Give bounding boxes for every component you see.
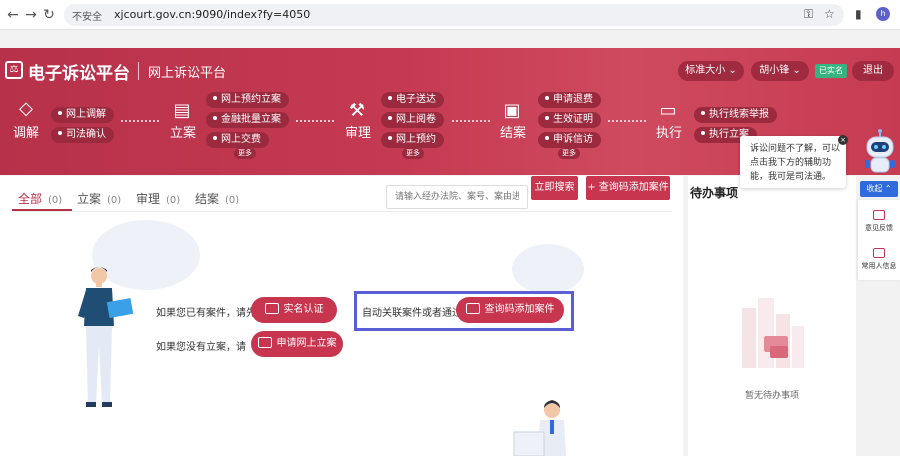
case-panel: 全部(0) 立案(0) 审理(0) 结案(0) 立即搜索 + 查询码添加案件 如… bbox=[0, 176, 683, 456]
stage-mediation[interactable]: 调解 bbox=[13, 122, 39, 141]
sub-item-e-delivery[interactable]: 电子送达 bbox=[381, 92, 444, 108]
stage-trial[interactable]: 审理 bbox=[345, 122, 371, 141]
stage-connector bbox=[452, 120, 490, 122]
search-button[interactable]: 立即搜索 bbox=[531, 176, 578, 200]
tab-filing[interactable]: 立案 (0) bbox=[77, 190, 121, 207]
chevron-down-icon: ⌄ bbox=[728, 65, 737, 76]
tab-closing[interactable]: 结案 (0) bbox=[195, 190, 239, 207]
key-icon[interactable]: ⚿ bbox=[804, 7, 813, 22]
sub-item-judicial-confirm[interactable]: 司法确认 bbox=[51, 127, 114, 143]
url-text[interactable]: xjcourt.gov.cn:9090/index?fy=4050 bbox=[114, 8, 310, 21]
auto-link-text: 自动关联案件或者通过 bbox=[362, 308, 462, 319]
query-code-add-button[interactable]: 查询码添加案件 bbox=[456, 297, 564, 323]
sub-item-online-payment[interactable]: 网上交费 bbox=[206, 132, 269, 148]
browser-toolbar: ← → ↻ 不安全 xjcourt.gov.cn:9090/index?fy=4… bbox=[0, 0, 900, 30]
close-icon[interactable]: × bbox=[838, 135, 848, 145]
assistant-tooltip: 诉讼问题不了解，可以点击我下方的辅助功能，我可是司法通。 bbox=[740, 136, 846, 188]
has-case-text: 如果您已有案件，请先 bbox=[156, 308, 256, 319]
collapse-button[interactable]: 收起 ⌃ bbox=[860, 181, 898, 197]
stage-filing[interactable]: 立案 bbox=[170, 122, 196, 141]
person-illustration bbox=[78, 267, 134, 407]
sub-item-clue-report[interactable]: 执行线索举报 bbox=[694, 107, 777, 123]
add-by-code-button[interactable]: + 查询码添加案件 bbox=[586, 176, 670, 200]
stage-connector bbox=[608, 120, 646, 122]
logout-button[interactable]: 退出 bbox=[852, 61, 894, 81]
search-input[interactable] bbox=[386, 185, 528, 209]
todo-title: 待办事项 bbox=[690, 186, 739, 200]
more-closing[interactable]: 更多 bbox=[558, 148, 580, 159]
brand-divider bbox=[138, 62, 139, 80]
stage-connector bbox=[296, 120, 334, 122]
brand-subtitle: 网上诉讼平台 bbox=[148, 66, 227, 81]
more-trial[interactable]: 更多 bbox=[402, 148, 424, 159]
robot-assistant-icon[interactable] bbox=[862, 128, 898, 178]
sub-item-effect-proof[interactable]: 生效证明 bbox=[538, 112, 601, 128]
no-case-text: 如果您没有立案，请 bbox=[156, 342, 246, 353]
brand-title[interactable]: 电子诉讼平台 bbox=[28, 59, 130, 84]
chevron-down-icon: ⌄ bbox=[792, 65, 801, 76]
realname-auth-button[interactable]: 实名认证 bbox=[251, 297, 337, 323]
insecure-label[interactable]: 不安全 bbox=[72, 8, 102, 23]
id-card-icon bbox=[264, 302, 279, 314]
todo-panel: 待办事项 暂无待办事项 bbox=[688, 176, 856, 456]
sub-item-online-review[interactable]: 网上阅卷 bbox=[381, 112, 444, 128]
forward-icon[interactable]: → bbox=[22, 6, 40, 24]
todo-empty-text: 暂无待办事项 bbox=[744, 391, 799, 401]
reload-icon[interactable]: ↻ bbox=[40, 6, 58, 24]
sub-item-online-mediation[interactable]: 网上调解 bbox=[51, 107, 114, 123]
more-filing[interactable]: 更多 bbox=[234, 148, 256, 159]
sub-item-refund[interactable]: 申请退费 bbox=[538, 92, 601, 108]
star-icon[interactable]: ☆ bbox=[824, 7, 835, 21]
stage-closing[interactable]: 结案 bbox=[500, 122, 526, 141]
scales-icon: ⚖ bbox=[5, 61, 23, 79]
side-toolbar: 意见反馈 常用人信息 bbox=[858, 200, 900, 280]
sub-item-online-booking[interactable]: 网上预约 bbox=[381, 132, 444, 148]
feedback-button[interactable]: 意见反馈 bbox=[858, 210, 900, 233]
tabs-divider bbox=[12, 211, 672, 212]
stage-connector bbox=[121, 120, 159, 122]
sub-item-batch-filing[interactable]: 金融批量立案 bbox=[206, 112, 289, 128]
monitor-icon bbox=[257, 336, 272, 348]
sidebar-icon[interactable]: ▮ bbox=[855, 7, 862, 21]
verified-badge: 已实名 bbox=[815, 64, 847, 78]
file-icon: ▤ bbox=[173, 100, 191, 121]
sub-item-booking-filing[interactable]: 网上预约立案 bbox=[206, 92, 289, 108]
contact-card-icon bbox=[873, 248, 885, 258]
monitor-icon: ▭ bbox=[659, 100, 677, 121]
user-menu[interactable]: 胡小锋 ⌄ bbox=[751, 61, 809, 81]
contacts-button[interactable]: 常用人信息 bbox=[858, 248, 900, 271]
handshake-icon: ◇ bbox=[19, 98, 33, 119]
apply-online-filing-button[interactable]: 申请网上立案 bbox=[251, 331, 343, 357]
document-check-icon: ▣ bbox=[503, 100, 521, 121]
sub-item-petition[interactable]: 申诉信访 bbox=[538, 132, 601, 148]
tab-all[interactable]: 全部 (0) bbox=[18, 190, 62, 207]
tab-trial[interactable]: 审理 (0) bbox=[136, 190, 180, 207]
font-size-select[interactable]: 标准大小 ⌄ bbox=[678, 61, 744, 81]
gavel-icon: ⚒ bbox=[348, 100, 366, 121]
barcode-icon bbox=[465, 302, 480, 314]
chat-icon bbox=[873, 210, 885, 220]
empty-inbox-illustration bbox=[742, 298, 804, 368]
stage-enforcement[interactable]: 执行 bbox=[656, 122, 682, 141]
cloud-illustration bbox=[512, 244, 584, 294]
profile-avatar[interactable]: h bbox=[876, 7, 890, 21]
address-bar[interactable]: 不安全 xjcourt.gov.cn:9090/index?fy=4050 ⚿ … bbox=[64, 4, 844, 26]
person-illustration bbox=[513, 400, 566, 456]
back-icon[interactable]: ← bbox=[4, 6, 22, 24]
